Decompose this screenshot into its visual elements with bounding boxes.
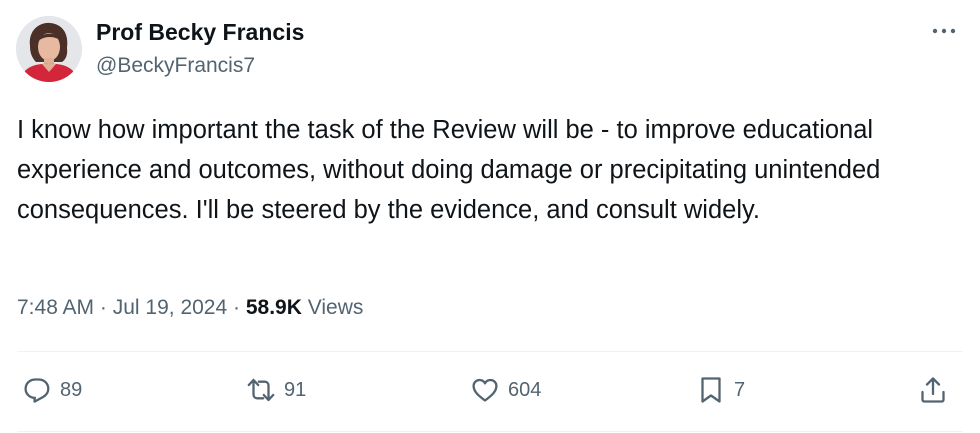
heart-icon [472, 378, 498, 402]
author-avatar[interactable] [16, 16, 82, 82]
reply-button[interactable]: 89 [22, 371, 82, 409]
like-count: 604 [508, 378, 542, 401]
bookmark-count: 7 [734, 378, 746, 401]
author-handle[interactable]: @BeckyFrancis7 [96, 52, 255, 80]
author-name[interactable]: Prof Becky Francis [96, 17, 304, 47]
bookmark-button[interactable]: 7 [696, 371, 745, 409]
share-icon [921, 377, 945, 403]
views-count: 58.9K [245, 296, 302, 319]
meta-separator: · [94, 296, 113, 319]
like-button[interactable]: 604 [470, 371, 541, 409]
share-button[interactable] [918, 371, 948, 409]
post-text: I know how important the task of the Rev… [17, 116, 881, 224]
more-options-button[interactable] [928, 20, 962, 42]
bookmark-icon [701, 377, 721, 403]
reply-count: 89 [60, 378, 83, 401]
divider-top [17, 351, 963, 352]
repost-icon [247, 378, 275, 402]
reply-icon [24, 378, 50, 403]
repost-button[interactable]: 91 [246, 371, 306, 409]
avatar-image [16, 16, 82, 82]
post-date[interactable]: Jul 19, 2024 [113, 296, 227, 319]
divider-bottom [17, 431, 963, 432]
repost-count: 91 [284, 378, 307, 401]
meta-separator: · [227, 296, 246, 319]
post-metadata: 7:48 AM · Jul 19, 2024 · 58.9K Views [17, 293, 363, 323]
views-label: Views [307, 296, 364, 319]
post-time[interactable]: 7:48 AM [17, 296, 94, 319]
more-horizontal-icon [932, 28, 956, 34]
